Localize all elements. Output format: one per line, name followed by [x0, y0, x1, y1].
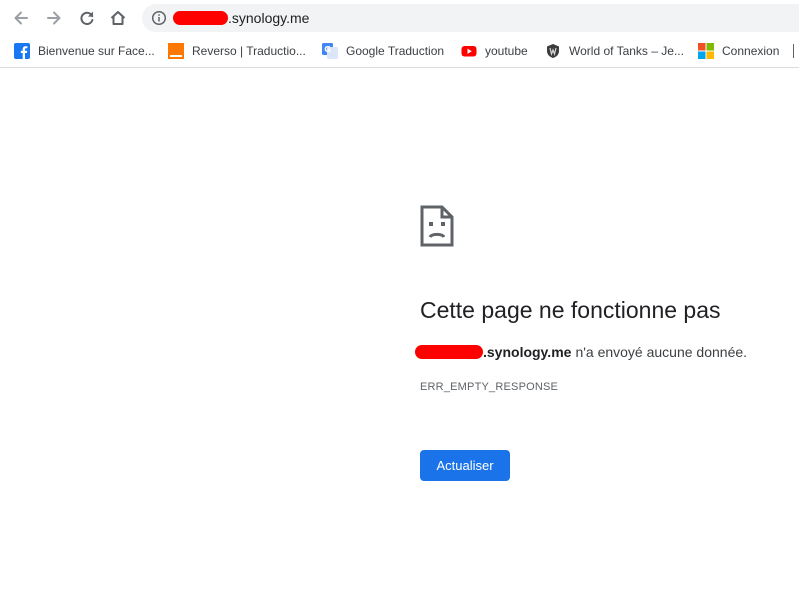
redacted-hostname	[173, 11, 228, 25]
url-text[interactable]: .synology.me	[228, 10, 309, 26]
svg-text:G: G	[324, 45, 331, 54]
error-code: ERR_EMPTY_RESPONSE	[420, 381, 559, 393]
reverso-icon	[168, 43, 184, 59]
error-title: Cette page ne fonctionne pas	[420, 297, 721, 323]
error-message-text: n'a envoyé aucune donnée.	[575, 344, 748, 360]
bookmark-facebook[interactable]: Bienvenue sur Face...	[14, 41, 155, 61]
bookmark-world-of-tanks[interactable]: World of Tanks – Je...	[545, 41, 684, 61]
bookmark-reverso[interactable]: Reverso | Traductio...	[168, 41, 306, 61]
microsoft-icon	[698, 43, 714, 59]
back-button[interactable]	[9, 6, 33, 30]
bookmarks-bar: Bienvenue sur Face... Reverso | Traducti…	[0, 36, 799, 68]
info-icon[interactable]	[151, 10, 167, 26]
error-message: .synology.me n'a envoyé aucune donnée.	[415, 342, 747, 362]
bookmark-youtube[interactable]: youtube	[461, 41, 528, 61]
google-translate-icon: G	[322, 43, 338, 59]
home-button[interactable]	[106, 6, 130, 30]
home-icon	[110, 11, 126, 25]
reload-button[interactable]	[75, 6, 99, 30]
facebook-icon	[14, 43, 30, 59]
bookmark-connexion[interactable]: Connexion	[698, 41, 779, 61]
browser-toolbar: .synology.me	[0, 0, 799, 36]
reload-icon	[80, 11, 94, 25]
bookmark-google-translate[interactable]: G Google Traduction	[322, 41, 444, 61]
reload-page-button[interactable]: Actualiser	[420, 450, 510, 481]
arrow-right-icon	[47, 11, 61, 25]
arrow-left-icon	[14, 11, 28, 25]
address-bar[interactable]: .synology.me	[142, 4, 799, 32]
youtube-icon	[461, 46, 477, 57]
forward-button[interactable]	[42, 6, 66, 30]
bookmarks-overflow-edge[interactable]	[793, 44, 799, 58]
world-of-tanks-icon	[547, 44, 559, 58]
error-hostname: .synology.me	[483, 344, 572, 360]
redacted-hostname	[415, 345, 483, 359]
sad-page-icon	[420, 205, 454, 247]
